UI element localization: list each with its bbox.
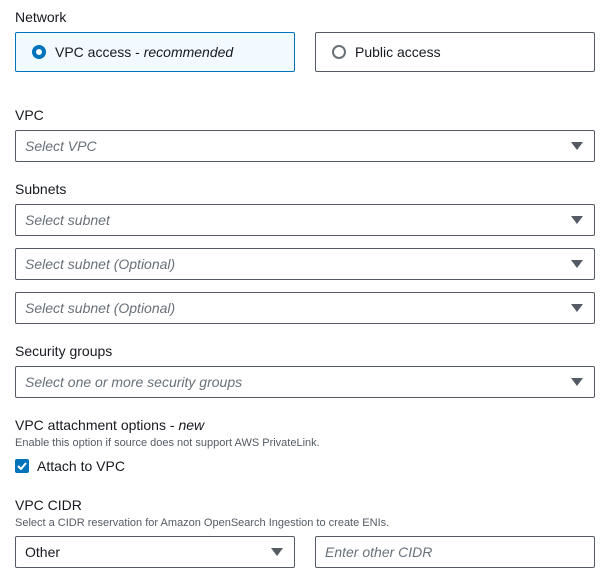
vpc-cidr-description: Select a CIDR reservation for Amazon Ope…: [15, 517, 390, 529]
public-access-option[interactable]: Public access: [315, 32, 595, 72]
vpc-access-option[interactable]: VPC access - recommended: [15, 32, 295, 72]
vpc-select[interactable]: Select VPC: [15, 130, 595, 162]
vpc-attachment-description: Enable this option if source does not su…: [15, 437, 320, 449]
subnet-select-2[interactable]: Select subnet (Optional): [15, 248, 595, 280]
caret-down-icon: [571, 260, 583, 268]
vpc-cidr-select[interactable]: Other: [15, 536, 295, 568]
security-groups-select[interactable]: Select one or more security groups: [15, 366, 595, 398]
caret-down-icon: [571, 378, 583, 386]
vpc-attachment-label: VPC attachment options - new: [15, 417, 205, 433]
security-groups-label: Security groups: [15, 343, 113, 359]
radio-selected-icon[interactable]: [32, 45, 46, 59]
radio-unselected-icon[interactable]: [332, 45, 346, 59]
attach-to-vpc-label: Attach to VPC: [37, 458, 125, 474]
vpc-cidr-label: VPC CIDR: [15, 497, 82, 513]
public-access-title: Public access: [355, 44, 441, 60]
subnet-select-3[interactable]: Select subnet (Optional): [15, 292, 595, 324]
vpc-access-title: VPC access: [55, 44, 132, 60]
caret-down-icon: [571, 216, 583, 224]
attach-to-vpc-option[interactable]: Attach to VPC: [15, 458, 125, 474]
caret-down-icon: [271, 548, 283, 556]
new-badge: new: [178, 417, 205, 433]
caret-down-icon: [571, 304, 583, 312]
recommended-tag: recommended: [143, 44, 234, 60]
caret-down-icon: [571, 142, 583, 150]
other-cidr-input[interactable]: Enter other CIDR: [315, 536, 595, 568]
network-label: Network: [15, 9, 67, 25]
checkbox-checked-icon[interactable]: [15, 459, 29, 473]
subnet-select-1[interactable]: Select subnet: [15, 204, 595, 236]
subnets-label: Subnets: [15, 181, 67, 197]
vpc-label: VPC: [15, 107, 44, 123]
